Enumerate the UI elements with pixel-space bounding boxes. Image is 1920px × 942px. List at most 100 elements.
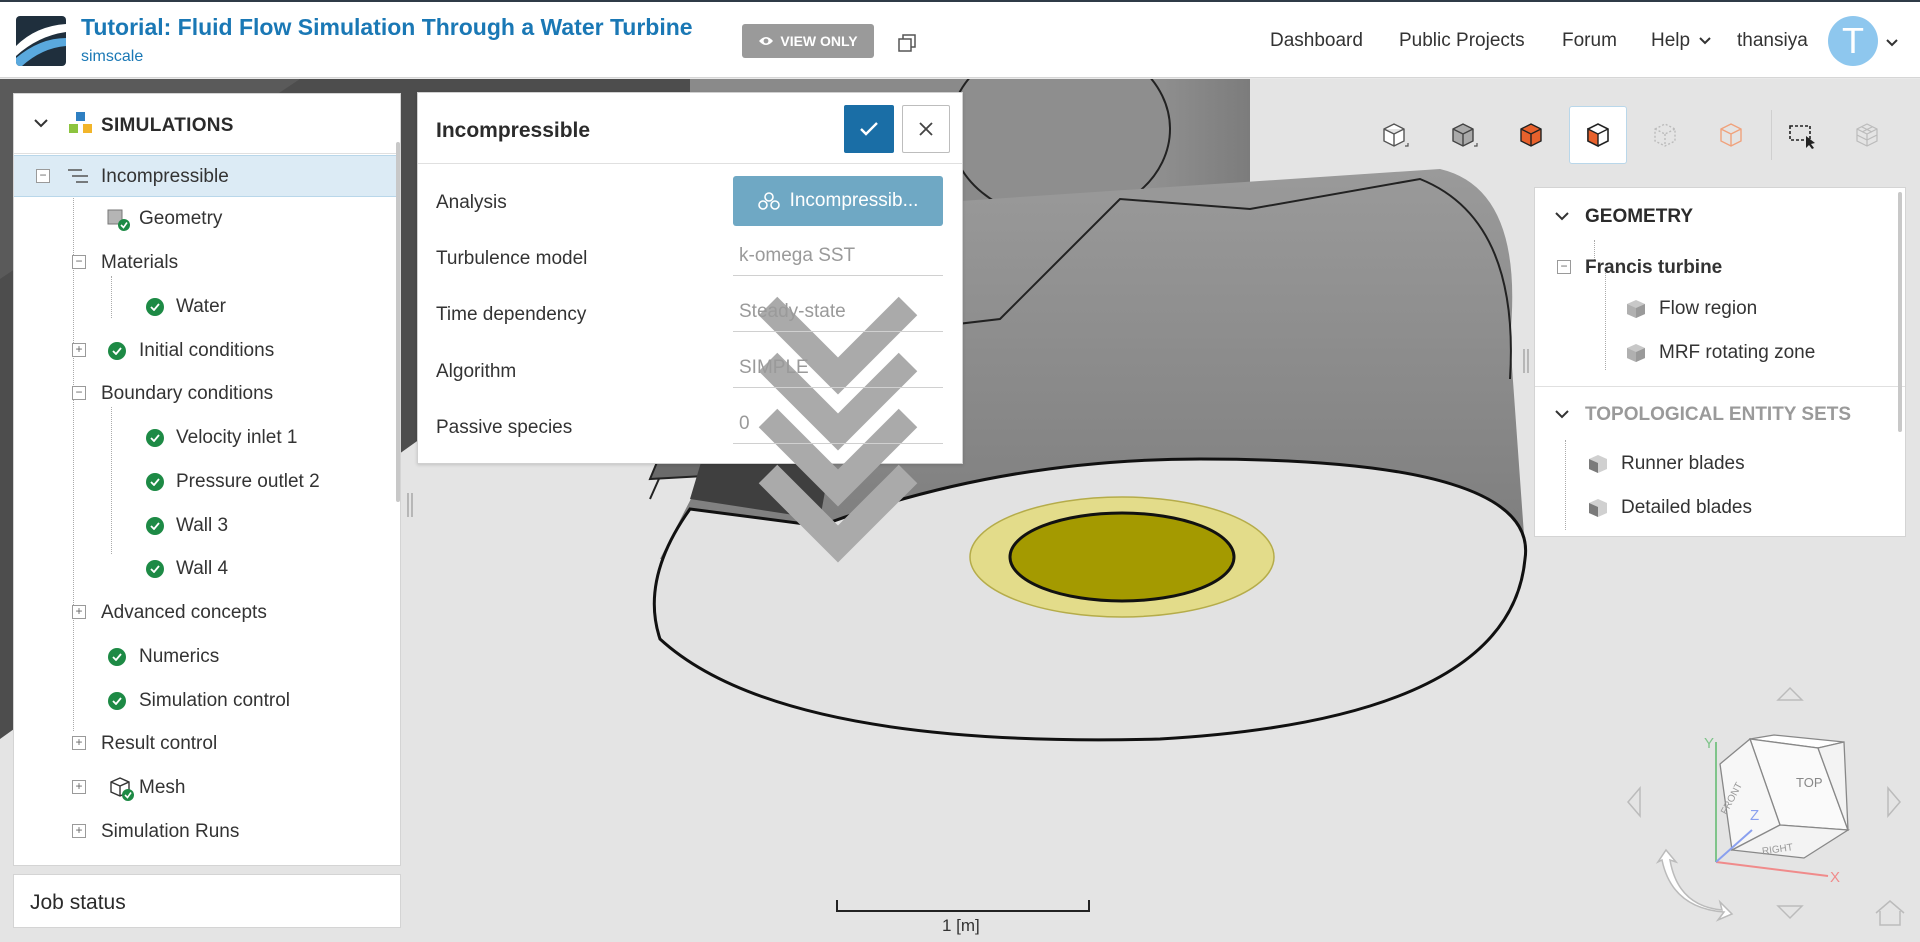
chevron-down-icon[interactable] [34,118,48,128]
box-select-button[interactable] [1772,106,1830,164]
passive-species-select[interactable]: 0 [733,404,943,563]
axis-z-label: Z [1750,807,1759,824]
view-only-label: VIEW ONLY [780,33,858,49]
view-mode-solid-button[interactable] [1434,106,1492,164]
nav-dashboard[interactable]: Dashboard [1270,30,1363,52]
close-icon [919,122,933,136]
expand-icon[interactable]: + [72,605,86,619]
confirm-button[interactable] [844,105,894,153]
expand-icon[interactable]: + [72,343,86,357]
collapse-icon[interactable]: − [36,169,50,183]
geometry-item-mrf-zone[interactable]: MRF rotating zone [1625,342,1815,364]
passive-species-label: Passive species [436,417,573,438]
detailed-blades-label: Detailed blades [1621,497,1752,518]
cube-icon [1627,300,1645,318]
analysis-type-button[interactable]: Incompressib... [733,176,943,226]
tree-scrollbar[interactable] [396,142,400,502]
avatar[interactable]: T [1828,16,1878,66]
select-edge-button[interactable] [1636,106,1694,164]
turbulence-label: Turbulence model [436,248,588,269]
geometry-panel-scrollbar[interactable] [1898,192,1902,432]
simscale-logo[interactable] [16,16,66,66]
geometry-icon [107,209,130,231]
chevron-down-icon[interactable] [1886,38,1898,48]
mesh-view-button[interactable] [1838,106,1896,164]
top-header: Tutorial: Fluid Flow Simulation Through … [0,0,1920,78]
tree-label: Water [176,296,226,317]
nav-public-projects[interactable]: Public Projects [1399,30,1525,52]
tree-line [73,166,74,731]
incompressible-dialog: Incompressible Analysis Incompressib... … [417,92,963,563]
job-status-panel[interactable]: Job status [13,874,401,928]
expand-icon[interactable]: + [72,736,86,750]
expand-icon[interactable]: + [72,824,86,838]
turbulence-value: k-omega SST [739,245,856,266]
time-dependency-select[interactable]: Steady-state [733,292,943,451]
view-only-badge: VIEW ONLY [742,24,874,58]
nav-help[interactable]: Help [1651,30,1712,52]
tree-line [111,407,112,554]
username[interactable]: thansiya [1737,30,1808,52]
rotate-left-icon[interactable] [1627,785,1641,819]
entity-set-detailed-blades[interactable]: Detailed blades [1587,497,1752,519]
tree-label: Initial conditions [139,340,275,361]
navigation-cube[interactable]: TOP FRONT RIGHT Y X Z [1620,680,1920,942]
tree-item-incompressible[interactable]: − Incompressible [14,155,400,197]
select-face-button[interactable] [1569,106,1627,164]
geometry-section-header[interactable]: GEOMETRY [1535,188,1905,244]
passive-species-value: 0 [739,413,750,434]
rotate-down-icon[interactable] [1776,905,1804,920]
chevron-down-icon [758,464,918,563]
project-owner-link[interactable]: simscale [81,48,143,66]
collapse-icon[interactable]: − [72,386,86,400]
panel-resize-handle[interactable] [406,492,414,518]
check-circle-icon [146,517,164,535]
cube-solid-icon [1452,123,1478,147]
turbulence-select[interactable]: k-omega SST [733,236,943,395]
time-dependency-label: Time dependency [436,304,587,325]
geometry-item-flow-region[interactable]: Flow region [1625,298,1757,320]
check-circle-icon [108,648,126,666]
eye-icon [759,37,774,45]
geometry-root-item[interactable]: − Francis turbine [1535,252,1905,284]
copy-icon[interactable] [898,34,916,52]
tree-label: Boundary conditions [101,383,274,404]
view-cube[interactable]: TOP FRONT RIGHT [1719,734,1851,859]
check-circle-icon [146,473,164,491]
tree-label: Velocity inlet 1 [176,427,298,448]
entity-set-runner-blades[interactable]: Runner blades [1587,453,1745,475]
nav-forum[interactable]: Forum [1562,30,1617,52]
tree-label: Advanced concepts [101,602,267,623]
collapse-icon[interactable]: − [1557,260,1571,274]
cube-edge-icon [1654,123,1676,147]
geometry-root-label: Francis turbine [1585,257,1723,278]
rotate-view-icon[interactable] [1655,848,1734,922]
analysis-value: Incompressib... [789,190,919,211]
flow-region-label: Flow region [1659,298,1758,319]
check-circle-icon [146,560,164,578]
rotate-right-icon[interactable] [1887,785,1901,819]
rotate-up-icon[interactable] [1776,686,1804,701]
close-button[interactable] [902,105,950,153]
chevron-down-icon[interactable] [1555,409,1569,419]
select-volume-button[interactable] [1502,106,1560,164]
cube-volume-icon [1520,123,1542,147]
chevron-down-icon[interactable] [1555,211,1569,221]
panel-resize-handle[interactable] [1522,348,1530,374]
cube-icon [1627,344,1645,362]
algorithm-select[interactable]: SIMPLE [733,348,943,507]
simulations-header[interactable]: SIMULATIONS [14,94,400,154]
tree-label: Result control [101,733,218,754]
topological-sets-header[interactable]: TOPOLOGICAL ENTITY SETS [1535,386,1905,442]
tree-line [1565,440,1566,530]
home-view-icon[interactable] [1875,900,1905,926]
avatar-letter: T [1842,20,1864,61]
face-set-icon [1589,455,1607,473]
cube-top-label[interactable]: TOP [1796,775,1823,790]
expand-icon[interactable]: + [72,780,86,794]
select-vertex-button[interactable] [1702,106,1760,164]
view-mode-wireframe-button[interactable] [1365,106,1423,164]
project-title: Tutorial: Fluid Flow Simulation Through … [81,14,693,40]
topological-sets-title: TOPOLOGICAL ENTITY SETS [1585,404,1852,425]
collapse-icon[interactable]: − [72,255,86,269]
